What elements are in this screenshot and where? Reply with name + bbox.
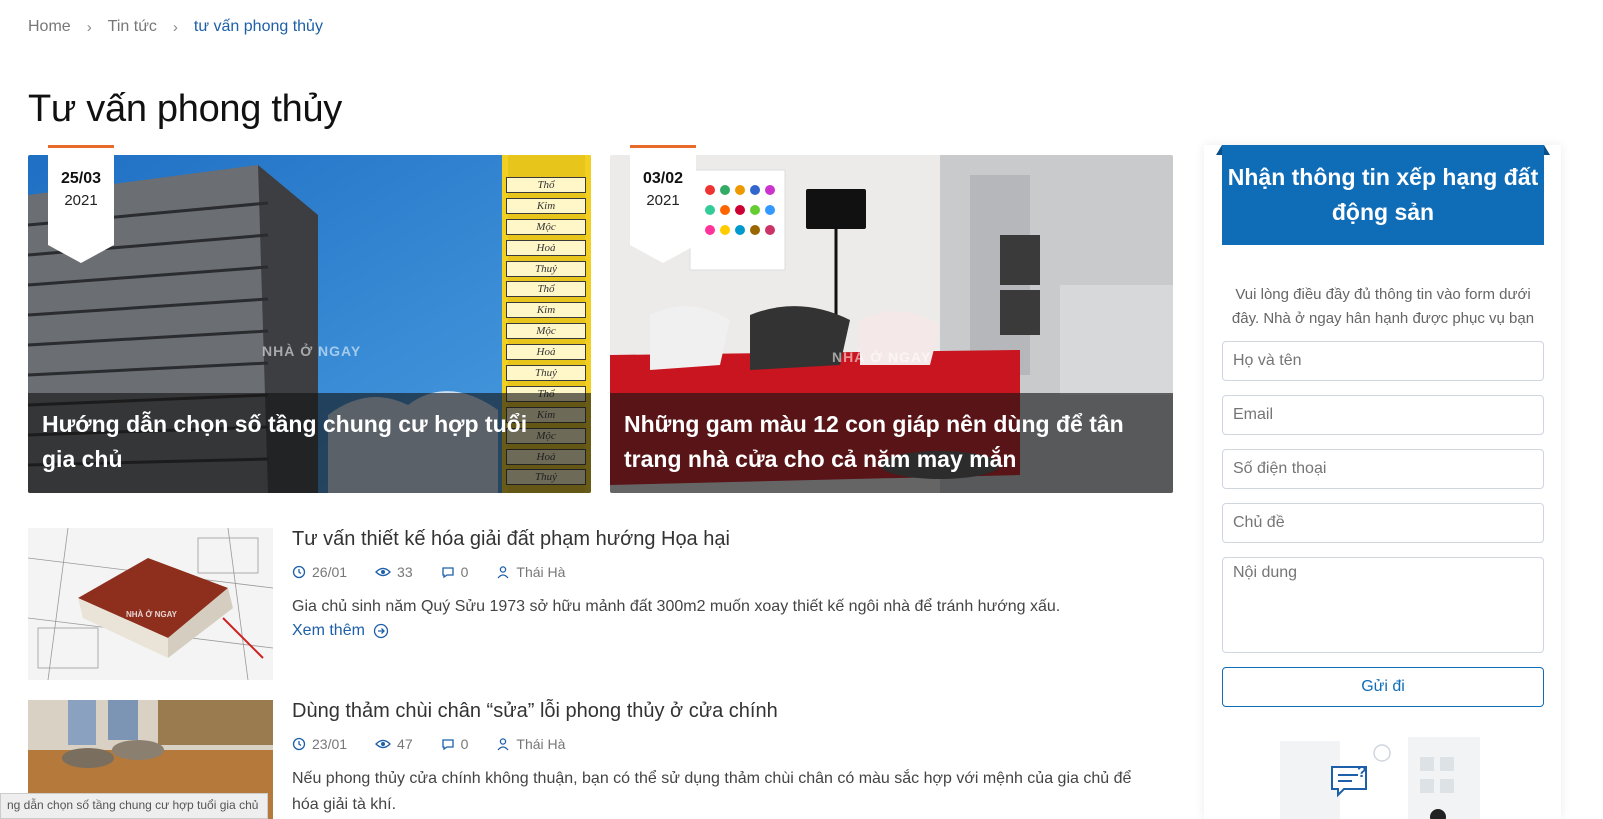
post-title[interactable]: Tư vấn thiết kế hóa giải đất phạm hướng …: [292, 528, 730, 551]
chevron-right-icon: ›: [172, 18, 178, 36]
post-date: 26/01: [312, 564, 348, 580]
date-day: 03/02: [642, 170, 684, 187]
floor-label: Kim: [506, 197, 586, 214]
floor-label: Thổ: [506, 177, 586, 193]
read-more-link[interactable]: Xem thêm: [292, 622, 389, 640]
date-day: 25/03: [60, 170, 102, 187]
date-badge: 03/02 2021: [630, 145, 696, 263]
date-year: 2021: [64, 192, 98, 209]
sidebar-heading: Nhận thông tin xếp hạng đất động sản: [1222, 145, 1544, 245]
post-views: 33: [397, 564, 413, 580]
featured-title[interactable]: Những gam màu 12 con giáp nên dùng để tâ…: [624, 407, 1143, 477]
ribbon-fold: [1544, 145, 1550, 155]
watermark: NHÀ Ở NGAY: [832, 349, 932, 365]
floor-label: Mộc: [506, 218, 586, 235]
contact-sidebar: Nhận thông tin xếp hạng đất động sản Vui…: [1204, 145, 1561, 819]
user-icon: [497, 566, 509, 579]
floor-label: Thổ: [506, 281, 586, 298]
eye-icon: [375, 739, 391, 749]
clock-icon: [292, 565, 306, 579]
date-badge: 25/03 2021: [48, 145, 114, 263]
phone-field[interactable]: [1222, 449, 1544, 489]
email-field[interactable]: [1222, 395, 1544, 435]
date-badge-notch: [630, 245, 696, 263]
post-meta: 23/01 47 0 Thái Hà: [292, 736, 593, 752]
comment-icon: [441, 739, 454, 751]
breadcrumb-news[interactable]: Tin tức: [108, 18, 157, 36]
date-badge-notch: [48, 245, 114, 263]
comment-icon: [441, 567, 454, 579]
floor-label: Mộc: [506, 323, 586, 340]
post-excerpt: Gia chủ sinh năm Quý Sửu 1973 sở hữu mản…: [292, 598, 1061, 615]
watermark: NHÀ Ở NGAY: [262, 343, 362, 359]
post-thumbnail[interactable]: NHÀ Ở NGAY: [28, 528, 273, 680]
status-tooltip: ng dẫn chọn số tầng chung cư hợp tuổi gi…: [0, 793, 268, 819]
post-comments: 0: [460, 564, 469, 580]
read-more-label: Xem thêm: [292, 622, 365, 639]
post-comments: 0: [460, 736, 469, 752]
post-author: Thái Hà: [516, 736, 566, 752]
contact-illustration: ?: [1280, 737, 1480, 819]
subject-field[interactable]: [1222, 503, 1544, 543]
post-date: 23/01: [312, 736, 348, 752]
name-field[interactable]: [1222, 341, 1544, 381]
chevron-right-icon: ›: [86, 18, 92, 36]
list-item: NHÀ Ở NGAY Tư vấn thiết kế hóa giải đất …: [28, 528, 1173, 680]
floor-label: Kim: [506, 302, 586, 319]
breadcrumb-home[interactable]: Home: [28, 18, 71, 36]
floor-label: Hoả: [506, 344, 586, 361]
floor-label: Thuỷ: [506, 260, 586, 277]
svg-text:?: ?: [1357, 764, 1367, 781]
floor-label: Thuỷ: [506, 365, 586, 382]
sidebar-note: Vui lòng điều đầy đủ thông tin vào form …: [1231, 286, 1535, 327]
content-field[interactable]: [1222, 557, 1544, 653]
date-year: 2021: [646, 192, 680, 209]
post-title[interactable]: Dùng thảm chùi chân “sửa” lỗi phong thủy…: [292, 700, 778, 723]
post-excerpt: Nếu phong thủy cửa chính không thuận, bạ…: [292, 770, 1132, 813]
watermark: NHÀ Ở NGAY: [126, 610, 177, 619]
page-title: Tư vấn phong thủy: [28, 88, 342, 130]
post-meta: 26/01 33 0 Thái Hà: [292, 564, 593, 580]
clock-icon: [292, 737, 306, 751]
featured-title[interactable]: Hướng dẫn chọn số tầng chung cư hợp tuổi…: [42, 407, 561, 477]
post-author: Thái Hà: [516, 564, 566, 580]
floor-label: Hoả: [506, 239, 586, 256]
breadcrumb-current: tư vấn phong thủy: [193, 18, 323, 35]
arrow-right-circle-icon: [373, 623, 389, 639]
eye-icon: [375, 567, 391, 577]
user-icon: [497, 738, 509, 751]
submit-button[interactable]: Gửi đi: [1222, 667, 1544, 707]
post-thumbnail-image: [28, 528, 273, 680]
post-views: 47: [397, 736, 413, 752]
breadcrumb: Home › Tin tức › tư vấn phong thủy: [28, 18, 323, 36]
